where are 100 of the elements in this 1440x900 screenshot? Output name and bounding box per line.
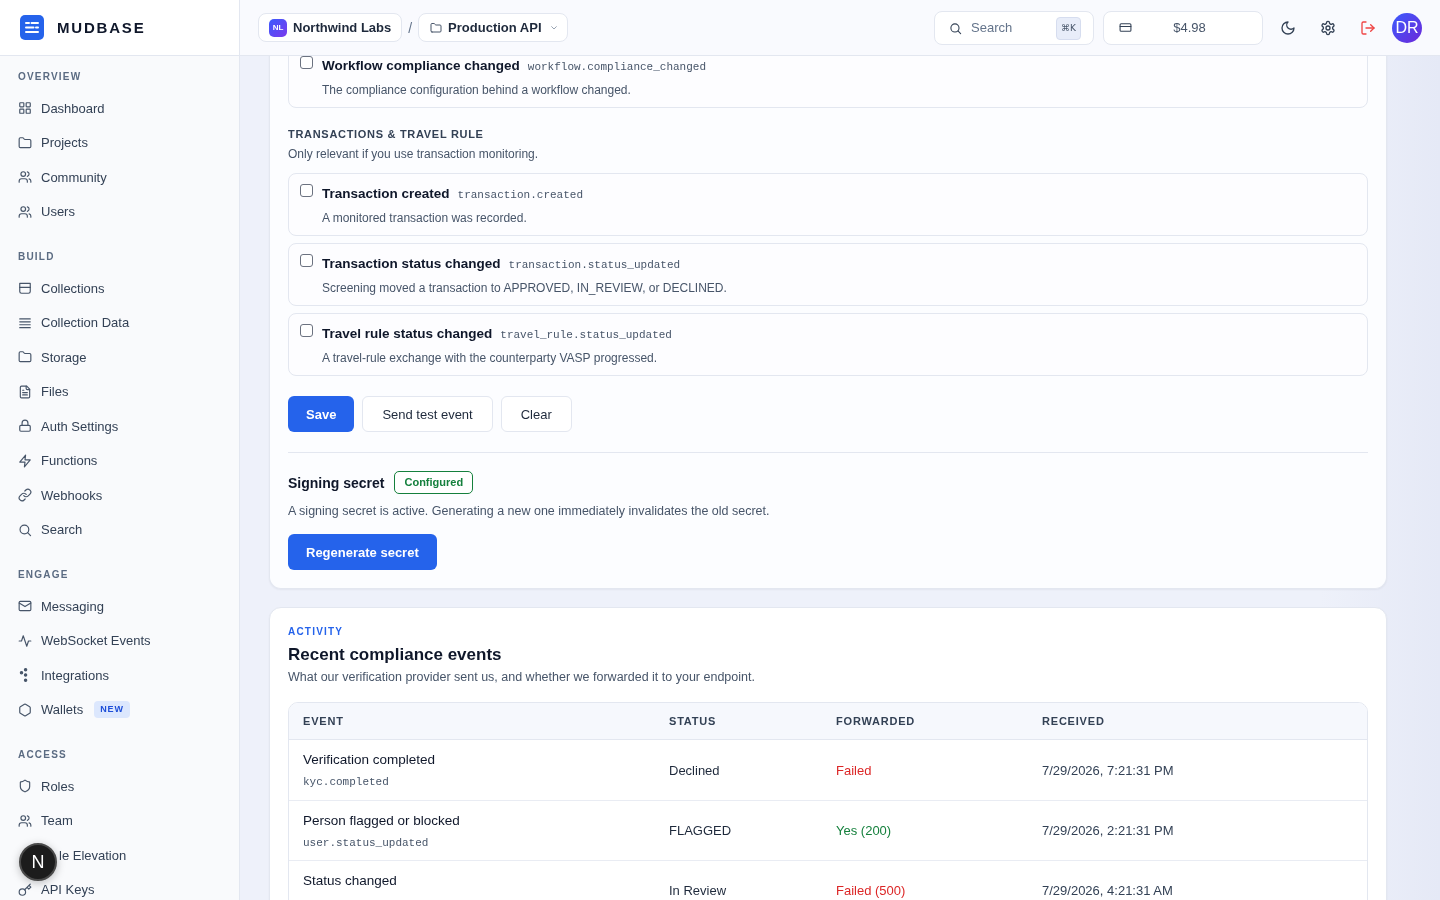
event-name: Person flagged or blocked — [303, 812, 460, 830]
option-description: A travel-rule exchange with the counterparty VASP progressed. — [322, 350, 658, 366]
group-heading: TRANSACTIONS & TRAVEL RULE — [288, 127, 484, 141]
sidebar-item[interactable]: Integrations — [0, 658, 231, 693]
file-icon — [18, 384, 32, 399]
sidebar-item[interactable]: Users — [0, 194, 231, 229]
eyebrow-label: ACTIVITY — [288, 625, 344, 639]
status-text: In Review — [669, 883, 727, 898]
column-header: RECEIVED — [1041, 715, 1106, 727]
users-icon — [18, 170, 32, 185]
sidebar-item[interactable]: Collections — [0, 271, 231, 306]
option-description: Screening moved a transaction to APPROVED, IN_REVIEW, or DECLINED. — [322, 280, 727, 296]
user-avatar[interactable]: DR — [1392, 12, 1422, 43]
status-text: FLAGGED — [669, 823, 732, 838]
event-code: travel_rule.status_updated — [500, 328, 672, 343]
sidebar-item[interactable]: Functions — [0, 443, 231, 478]
shield-icon — [18, 779, 32, 794]
description-text: A signing secret is active. Generating a new one immediately invalidates the old secret. — [288, 503, 770, 519]
mail-icon — [18, 599, 32, 614]
forwarded-text: Failed (500) — [836, 883, 906, 898]
breadcrumb-separator: / — [408, 19, 413, 36]
section-heading: ACCESS — [18, 748, 67, 762]
section-heading: OVERVIEW — [18, 70, 82, 84]
project-switcher[interactable]: Production API — [418, 13, 568, 42]
container-icon — [18, 281, 32, 296]
received-time: 7/29/2026, 2:21:31 PM — [1042, 823, 1174, 838]
outline-button[interactable]: Send test event — [362, 396, 493, 432]
sidebar-item[interactable]: Auth Settings — [0, 409, 231, 444]
checkbox[interactable] — [300, 254, 313, 267]
brand-name: MUDBASE — [57, 19, 146, 36]
checkbox[interactable] — [300, 56, 313, 69]
group-note: Only relevant if you use transaction monitoring. — [288, 146, 539, 162]
status-badge: Configured — [394, 471, 474, 494]
option-description: The compliance configuration behind a workflow changed. — [322, 82, 631, 98]
folder-icon — [18, 135, 32, 150]
sidebar-item[interactable]: Messaging — [0, 589, 231, 624]
pulse-icon — [18, 633, 32, 648]
sidebar-item[interactable]: Roles — [0, 769, 231, 804]
hexagon-icon — [18, 702, 32, 717]
sidebar-item[interactable]: le Elevation — [59, 838, 231, 873]
column-header: FORWARDED — [835, 715, 917, 727]
search-icon — [949, 21, 962, 35]
folder-icon — [18, 350, 32, 365]
primary-button[interactable]: Save — [288, 396, 355, 432]
card-subtitle: What our verification provider sent us, and whether we forwarded it to your endpoint. — [288, 669, 755, 685]
sidebar-item[interactable]: Community — [0, 160, 231, 195]
grid-icon — [18, 101, 32, 116]
column-header: STATUS — [668, 715, 718, 727]
sidebar-item[interactable]: Team — [0, 803, 231, 838]
users-icon — [18, 204, 32, 219]
search-icon — [18, 522, 32, 537]
logo-icon — [20, 15, 44, 40]
sidebar-item[interactable]: Collection Data — [0, 305, 231, 340]
sidebar-item[interactable]: Search — [0, 512, 231, 547]
card-icon — [1119, 21, 1132, 34]
received-time: 7/29/2026, 4:21:31 AM — [1042, 883, 1173, 898]
credits-button[interactable]: $4.98 — [1103, 10, 1263, 45]
folder-icon — [430, 21, 443, 34]
event-code: workflow.compliance_changed — [527, 60, 707, 75]
event-code: transaction.status_updated — [508, 258, 681, 273]
forwarded-text: Yes (200) — [836, 823, 892, 838]
event-code: user.status_updated — [303, 836, 429, 850]
option-title: Transaction created — [322, 185, 450, 203]
sidebar-item[interactable]: Storage — [0, 340, 231, 375]
sidebar-item[interactable]: Wallets NEW — [0, 692, 231, 727]
event-name: Verification completed — [303, 751, 436, 769]
forwarded-text: Failed — [836, 762, 872, 778]
section-heading: ENGAGE — [18, 568, 69, 582]
sidebar-item[interactable]: Dashboard — [0, 91, 231, 126]
moon-icon — [1280, 19, 1296, 36]
option-title: Workflow compliance changed — [322, 57, 520, 75]
regenerate-button[interactable]: Regenerate secret — [288, 534, 437, 570]
section-heading: BUILD — [18, 250, 55, 264]
event-code: transaction.created — [457, 188, 583, 203]
received-time: 7/29/2026, 7:21:31 PM — [1042, 762, 1174, 778]
section-title: Signing secret — [288, 474, 385, 491]
users-icon — [18, 813, 32, 828]
new-badge: NEW — [94, 701, 130, 719]
column-header: EVENT — [302, 715, 345, 727]
key-icon — [18, 882, 32, 897]
sidebar-item[interactable]: WebSocket Events — [0, 623, 231, 658]
settings-icon — [1320, 19, 1336, 36]
event-code: kyc.completed — [303, 775, 389, 789]
logout-icon — [1360, 19, 1376, 36]
outline-button[interactable]: Clear — [500, 396, 572, 432]
sidebar-item[interactable]: Projects — [0, 125, 231, 160]
shortcut-key: ⌘K — [1056, 16, 1081, 40]
lightning-icon — [18, 453, 32, 468]
link-icon — [18, 488, 32, 503]
lock-icon — [18, 419, 32, 434]
option-description: A monitored transaction was recorded. — [322, 210, 527, 226]
checkbox[interactable] — [300, 184, 313, 197]
checkbox[interactable] — [300, 324, 313, 337]
workspace-switcher[interactable]: NL Northwind Labs — [258, 13, 403, 42]
option-title: Transaction status changed — [322, 255, 501, 273]
event-name: Status changed — [303, 872, 397, 890]
sidebar-item[interactable]: Files — [0, 374, 231, 409]
sidebar-item[interactable]: Webhooks — [0, 478, 231, 513]
workspace-avatar: NL — [269, 18, 287, 37]
status-text: Declined — [669, 762, 720, 778]
